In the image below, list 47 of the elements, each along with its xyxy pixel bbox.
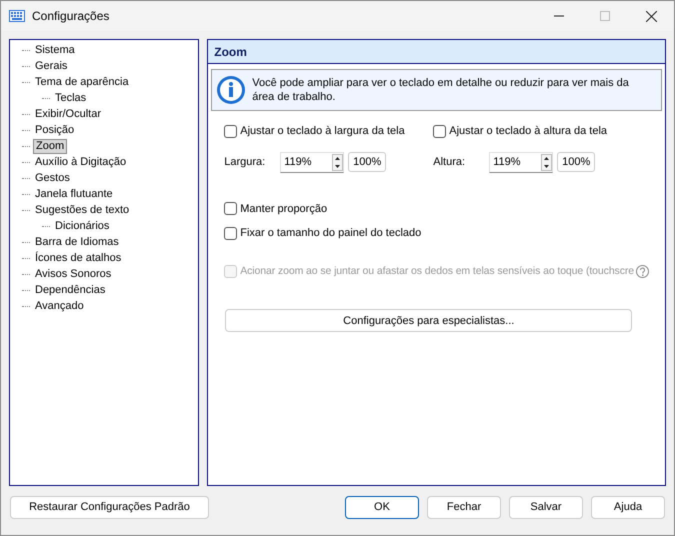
tree-item[interactable]: Auxílio à Digitação bbox=[33, 154, 128, 170]
tree-item[interactable]: Dicionários bbox=[53, 218, 112, 234]
tree-item[interactable]: Sistema bbox=[33, 42, 77, 58]
tree-item[interactable]: Barra de Idiomas bbox=[33, 234, 121, 250]
keyboard-icon bbox=[9, 10, 25, 22]
info-text: Você pode ampliar para ver o teclado em detalhe ou reduzir para ver mais da área de trabalho. bbox=[252, 76, 630, 104]
panel-title: Zoom bbox=[208, 40, 665, 64]
tree-item[interactable]: Gestos bbox=[33, 170, 72, 186]
dialog-button[interactable]: OK bbox=[345, 496, 419, 519]
tree-item[interactable]: Ícones de atalhos bbox=[33, 250, 124, 266]
dialog-button[interactable]: Fechar bbox=[427, 496, 501, 519]
help-icon[interactable] bbox=[636, 264, 649, 278]
tree-item[interactable]: Janela flutuante bbox=[33, 186, 115, 202]
checkbox-label: Acionar zoom ao se juntar ou afastar os dedos em telas sensíveis ao toque (touchscre bbox=[240, 264, 634, 278]
tree-item[interactable]: Exibir/Ocultar bbox=[33, 106, 104, 122]
tree-item[interactable]: Tema de aparência bbox=[33, 74, 131, 90]
expert-settings-button[interactable]: Configurações para especialistas... bbox=[225, 309, 632, 332]
reset-button[interactable]: 100% bbox=[348, 152, 386, 172]
tree-item[interactable]: Dependências bbox=[33, 282, 108, 298]
tree-item[interactable]: Sugestões de texto bbox=[33, 202, 132, 218]
field-label: Altura: bbox=[433, 154, 466, 170]
spin-field[interactable]: 119% bbox=[489, 152, 554, 172]
checkbox-label: Manter proporção bbox=[240, 202, 328, 216]
spin-field[interactable]: 119% bbox=[280, 152, 344, 172]
info-icon bbox=[216, 75, 246, 105]
close-icon[interactable] bbox=[646, 10, 656, 22]
tree-item[interactable]: Posição bbox=[33, 122, 76, 138]
tree-item[interactable]: Avançado bbox=[33, 298, 86, 314]
checkbox-label: Ajustar o teclado à altura da tela bbox=[449, 124, 608, 139]
field-label: Largura: bbox=[224, 154, 266, 170]
checkbox[interactable] bbox=[224, 124, 238, 138]
spinner-arrows-icon[interactable] bbox=[332, 154, 344, 170]
spinner-arrows-icon[interactable] bbox=[541, 154, 552, 170]
restore-defaults-button[interactable]: Restaurar Configurações Padrão bbox=[10, 496, 209, 519]
window-title: Configurações bbox=[32, 8, 110, 25]
dialog-button[interactable]: Ajuda bbox=[591, 496, 665, 519]
checkbox-label: Ajustar o teclado à largura da tela bbox=[240, 124, 405, 139]
checkbox[interactable] bbox=[224, 226, 238, 240]
dialog-button[interactable]: Salvar bbox=[509, 496, 583, 519]
reset-button[interactable]: 100% bbox=[557, 152, 596, 172]
tree-item[interactable]: Gerais bbox=[33, 58, 70, 74]
tree-item[interactable]: Zoom bbox=[33, 138, 68, 154]
checkbox-label: Fixar o tamanho do painel do teclado bbox=[240, 226, 422, 241]
tree-item[interactable]: Avisos Sonoros bbox=[33, 266, 114, 282]
checkbox[interactable] bbox=[224, 202, 238, 216]
checkbox[interactable] bbox=[433, 124, 446, 138]
tree-item[interactable]: Teclas bbox=[53, 90, 88, 106]
